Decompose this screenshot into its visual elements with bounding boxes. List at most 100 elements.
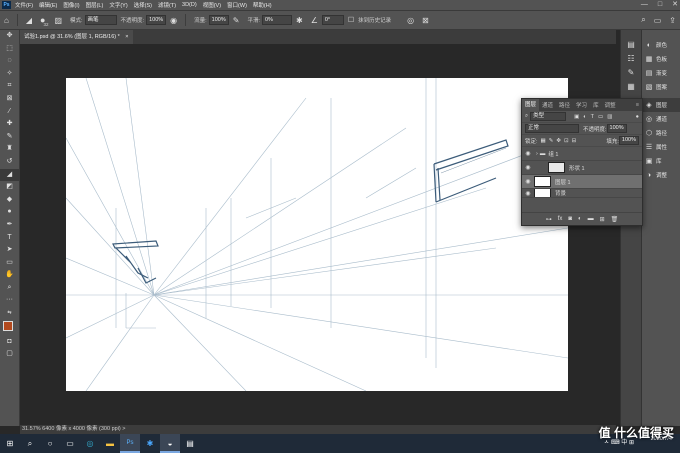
maximize-button[interactable]: □ (658, 0, 662, 10)
expand-chevron-icon[interactable]: › (536, 151, 538, 157)
blend-mode-select[interactable]: 正常 (525, 124, 579, 133)
filter-kind-select[interactable]: 类型 (530, 112, 567, 121)
eraser-tool-icon[interactable]: ◢ (0, 168, 19, 182)
tab-channels[interactable]: 通道 (539, 101, 556, 109)
filter-shape-icon[interactable]: ▭ (598, 114, 603, 120)
layer-row-group[interactable]: ◉ › ▬ 组 1 (522, 147, 642, 161)
menu-filter[interactable]: 滤镜(T) (158, 1, 176, 9)
layer-row-background[interactable]: ◉ 背景 (522, 189, 642, 198)
fill-input[interactable]: 100% (618, 136, 639, 145)
share-icon[interactable]: ⇪ (669, 16, 676, 25)
drawing-app-icon[interactable]: ◒ (160, 434, 180, 453)
lock-all-icon[interactable]: ⊟ (572, 138, 577, 144)
properties-panel-icon[interactable]: ☷ (621, 52, 641, 66)
layer-style-icon[interactable]: fx (558, 216, 563, 222)
layer-opacity-input[interactable]: 100% (606, 124, 627, 133)
filter-adjust-icon[interactable]: ◐ (583, 114, 586, 120)
screen-mode-icon[interactable]: ▢ (0, 348, 19, 361)
pressure-opacity-icon[interactable]: ◉ (170, 16, 177, 25)
photoshop-taskbar-icon[interactable]: Ps (120, 434, 140, 453)
foreground-color-swatch[interactable] (3, 320, 13, 331)
history-brush-tool-icon[interactable]: ↺ (0, 156, 19, 169)
add-mask-icon[interactable]: ◙ (568, 216, 572, 222)
document-tab[interactable]: 试验1.psd @ 31.6% (图层 1, RGB/16) * × (20, 30, 133, 44)
lock-artboard-icon[interactable]: ⊡ (564, 138, 569, 144)
eyedropper-tool-icon[interactable]: ⁄ (0, 106, 19, 119)
layer-row-shape[interactable]: ◉ 形状 1 (522, 161, 642, 175)
properties-panel-tab[interactable]: ☰ 属性 (642, 140, 680, 154)
marquee-tool-icon[interactable]: ⬚ (0, 43, 19, 56)
app-icon[interactable]: ✱ (140, 434, 160, 453)
lock-pixels-icon[interactable]: ✎ (549, 138, 554, 144)
document-canvas[interactable] (66, 78, 568, 391)
visibility-eye-icon[interactable]: ◉ (522, 150, 534, 157)
visibility-eye-icon[interactable]: ◉ (522, 190, 534, 197)
airbrush-icon[interactable]: ✎ (233, 16, 240, 25)
more-tools-icon[interactable]: ··· (0, 294, 19, 307)
link-layers-icon[interactable]: ⊶ (546, 216, 552, 223)
search-icon[interactable]: ⌕ (641, 15, 645, 25)
brush-tool-icon[interactable]: ✎ (0, 131, 19, 144)
close-window-button[interactable]: ✕ (672, 0, 678, 10)
brush-settings-icon[interactable]: ▨ (54, 16, 62, 25)
healing-brush-tool-icon[interactable]: ✚ (0, 118, 19, 131)
crop-tool-icon[interactable]: ⌗ (0, 80, 19, 93)
lasso-tool-icon[interactable]: ◌ (0, 55, 19, 68)
cortana-icon[interactable]: ○ (40, 434, 60, 453)
smoothing-input[interactable]: 0% (261, 15, 292, 25)
home-icon[interactable]: ⌂ (4, 16, 9, 25)
new-layer-icon[interactable]: ⊞ (600, 216, 605, 223)
channels-panel-tab[interactable]: ◎ 通道 (642, 112, 680, 126)
panel-menu-icon[interactable]: ≡ (633, 102, 642, 108)
layers-panel-tab[interactable]: ◈ 图层 (642, 98, 680, 112)
patterns-panel-tab[interactable]: ▧ 图案 (642, 80, 680, 94)
menu-view[interactable]: 视图(V) (203, 1, 221, 9)
angle-input[interactable]: 0° (321, 15, 344, 25)
menu-help[interactable]: 帮助(H) (253, 1, 272, 9)
tab-learn[interactable]: 学习 (573, 101, 590, 109)
tab-libraries[interactable]: 库 (590, 101, 602, 109)
dodge-tool-icon[interactable]: ● (0, 206, 19, 219)
workspace-icon[interactable]: ▭ (654, 16, 662, 25)
path-selection-tool-icon[interactable]: ➤ (0, 244, 19, 257)
lock-position-icon[interactable]: ✥ (556, 138, 561, 144)
adjustments-panel-tab[interactable]: ◑ 调整 (642, 168, 680, 182)
menu-file[interactable]: 文件(F) (15, 1, 33, 9)
color-swatch[interactable] (0, 320, 19, 336)
close-tab-icon[interactable]: × (125, 34, 128, 40)
move-tool-icon[interactable]: ✥ (0, 30, 19, 43)
swatch-panel-icon[interactable]: ▦ (621, 80, 641, 94)
rectangle-tool-icon[interactable]: ▭ (0, 257, 19, 270)
brush-settings-panel-icon[interactable]: ✎ (621, 66, 641, 80)
gear-icon[interactable]: ✱ (296, 16, 303, 25)
gradients-panel-tab[interactable]: ▤ 渐变 (642, 66, 680, 80)
tab-adjustments[interactable]: 调整 (602, 101, 619, 109)
paths-panel-tab[interactable]: ⬡ 路径 (642, 126, 680, 140)
visibility-eye-icon[interactable]: ◉ (522, 164, 534, 171)
tab-layers[interactable]: 图层 (522, 99, 540, 111)
type-tool-icon[interactable]: T (0, 232, 19, 245)
app-window-icon[interactable]: ▤ (180, 434, 200, 453)
tab-paths[interactable]: 路径 (556, 101, 573, 109)
filter-toggle-icon[interactable]: ● (636, 114, 639, 120)
eraser-tool-preset-icon[interactable]: ◢ (26, 16, 32, 25)
pressure-size-icon[interactable]: ◎ (407, 16, 414, 25)
mode-select[interactable]: 画笔 (84, 15, 117, 25)
quick-mask-icon[interactable]: ◘ (0, 336, 19, 349)
menu-layer[interactable]: 图层(L) (86, 1, 104, 9)
history-checkbox[interactable]: ☐ (348, 16, 354, 24)
menu-select[interactable]: 选择(S) (134, 1, 152, 9)
menu-image[interactable]: 图像(I) (63, 1, 79, 9)
filter-type-icon[interactable]: T (591, 114, 594, 120)
magic-wand-tool-icon[interactable]: ✧ (0, 68, 19, 81)
file-explorer-icon[interactable]: ▬ (100, 434, 120, 453)
layer-row-selected[interactable]: ◉ 图层 1 (522, 175, 642, 189)
menu-edit[interactable]: 编辑(E) (39, 1, 57, 9)
clone-stamp-tool-icon[interactable]: ♜ (0, 143, 19, 156)
history-panel-icon[interactable]: ▤ (621, 38, 641, 52)
filter-smart-icon[interactable]: ▥ (607, 114, 612, 120)
flow-input[interactable]: 100% (208, 15, 229, 25)
zoom-tool-icon[interactable]: ⌕ (0, 282, 19, 295)
gradient-tool-icon[interactable]: ◩ (0, 181, 19, 194)
task-view-icon[interactable]: ▭ (60, 434, 80, 453)
